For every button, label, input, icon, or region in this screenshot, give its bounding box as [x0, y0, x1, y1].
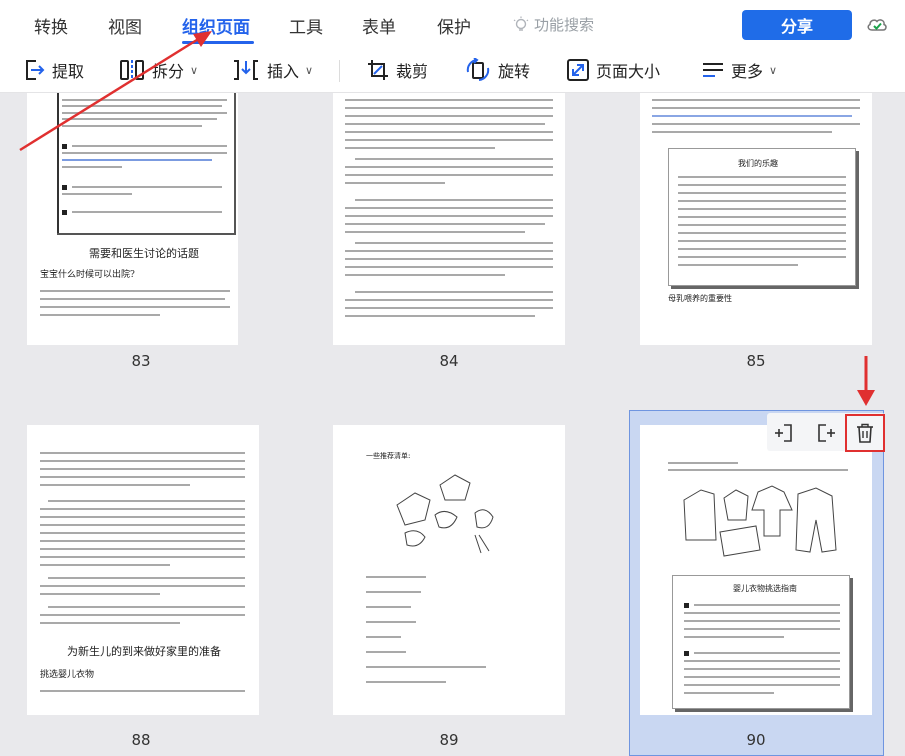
insert-after-button[interactable] — [811, 419, 839, 447]
tab-view[interactable]: 视图 — [108, 13, 142, 38]
chevron-down-icon: ∨ — [190, 63, 199, 77]
page-number-84: 84 — [439, 352, 459, 370]
insert-button[interactable]: 插入 ∨ — [231, 56, 313, 84]
page-83-subheading: 宝宝什么时候可以出院? — [40, 270, 135, 280]
baby-clothes-sketch — [396, 474, 494, 554]
baby-clothes-sketch — [683, 485, 837, 557]
tab-tools[interactable]: 工具 — [289, 13, 323, 38]
menu-bar: 转换 视图 组织页面 工具 表单 保护 功能搜索 分享 — [0, 0, 905, 48]
insert-before-button[interactable] — [771, 419, 799, 447]
page-size-label: 页面大小 — [596, 62, 661, 81]
page-88-heading: 为新生儿的到来做好家里的准备 — [67, 645, 221, 658]
tab-convert[interactable]: 转换 — [34, 13, 68, 38]
resize-icon — [567, 59, 589, 81]
chevron-down-icon: ∨ — [769, 63, 778, 77]
page-number-88: 88 — [131, 731, 151, 749]
page-90-box-title: 婴儿衣物挑选指南 — [733, 584, 797, 593]
feature-search-label: 功能搜索 — [534, 16, 595, 34]
page-size-button[interactable]: 页面大小 — [566, 56, 660, 84]
page-83-heading: 需要和医生讨论的话题 — [89, 247, 199, 260]
chevron-down-icon: ∨ — [305, 63, 314, 77]
extract-button[interactable]: 提取 — [22, 56, 84, 84]
page-90-top-line — [668, 469, 848, 471]
insert-page-right-icon — [818, 424, 835, 442]
active-tab-indicator — [182, 41, 254, 44]
page-85-footer-heading: 母乳喂养的重要性 — [668, 294, 732, 303]
annotation-arrow-to-delete — [857, 356, 875, 406]
lightbulb-icon — [513, 16, 529, 31]
page-number-83: 83 — [131, 352, 151, 370]
split-label: 拆分 — [152, 62, 185, 81]
crop-icon — [368, 60, 388, 80]
rotate-button[interactable]: 旋转 — [464, 56, 530, 84]
split-icon — [120, 60, 144, 80]
tab-forms[interactable]: 表单 — [362, 13, 396, 38]
extract-label: 提取 — [52, 62, 85, 81]
page-number-89: 89 — [439, 731, 459, 749]
insert-label: 插入 — [267, 62, 300, 81]
share-button[interactable]: 分享 — [742, 10, 852, 40]
tab-organize-pages[interactable]: 组织页面 — [182, 13, 250, 38]
more-button[interactable]: 更多 ∨ — [701, 56, 777, 84]
rotate-label: 旋转 — [498, 62, 531, 81]
insert-page-left-icon — [775, 424, 792, 442]
insert-icon — [234, 60, 258, 80]
crop-button[interactable]: 裁剪 — [366, 56, 428, 84]
cloud-sync-icon[interactable] — [866, 15, 888, 33]
page-number-90: 90 — [746, 731, 766, 749]
more-label: 更多 — [731, 62, 764, 81]
crop-label: 裁剪 — [396, 62, 429, 81]
toolbar-divider — [339, 60, 340, 82]
rotate-icon — [466, 58, 490, 81]
extract-icon — [26, 60, 45, 80]
tab-protect[interactable]: 保护 — [437, 13, 471, 38]
feature-search[interactable]: 功能搜索 — [512, 14, 594, 35]
menu-lines-icon — [703, 63, 723, 77]
delete-highlight-box — [845, 414, 885, 452]
page-85-box-title: 我们的乐趣 — [738, 159, 778, 168]
page-90-top-line — [668, 462, 738, 464]
page-88-subheading: 挑选婴儿衣物 — [40, 670, 95, 680]
split-button[interactable]: 拆分 ∨ — [118, 56, 198, 84]
page-number-85: 85 — [746, 352, 766, 370]
page-89-heading: 一些推荐清单: — [366, 452, 411, 460]
